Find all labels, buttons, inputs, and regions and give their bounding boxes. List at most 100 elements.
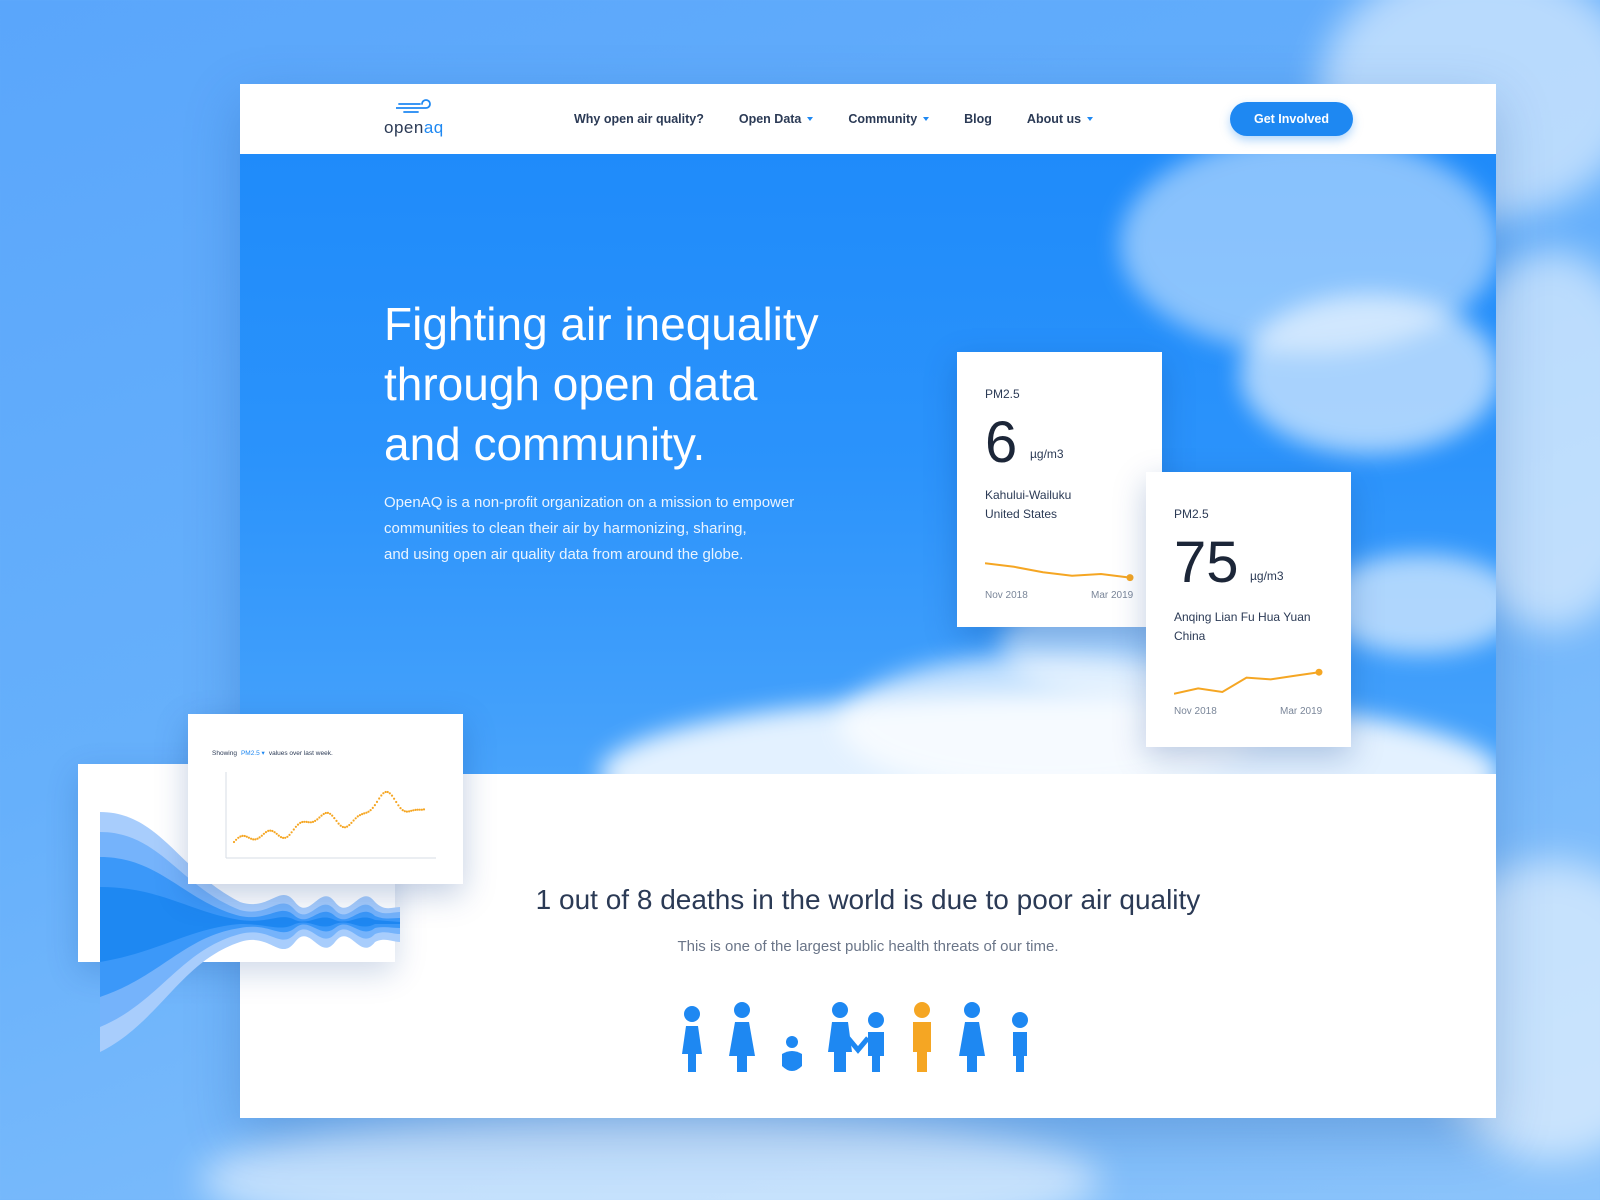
landing-page: openaq Why open air quality? Open Data C… (240, 84, 1496, 1118)
nav-item-open-data[interactable]: Open Data (739, 112, 814, 126)
scatter-point (329, 812, 332, 815)
scatter-point (371, 806, 374, 809)
scatter-point (341, 825, 344, 829)
card-start-date: Nov 2018 (985, 590, 1028, 601)
top-navbar: openaq Why open air quality? Open Data C… (240, 84, 1496, 154)
scatter-point (386, 790, 389, 794)
nav-item-community[interactable]: Community (848, 112, 930, 126)
scatter-point (365, 811, 368, 814)
card-unit: µg/m3 (1030, 447, 1064, 461)
scatter-point (422, 808, 426, 811)
sparkline-path (1174, 671, 1320, 695)
pm25-card-anqing[interactable]: PM2.5 75 µg/m3 Anqing Lian Fu Hua Yuan Ch… (1146, 472, 1351, 747)
scatter-point (408, 810, 411, 813)
scatter-point (260, 834, 263, 837)
scatter-point (299, 821, 302, 824)
nav-menu: Why open air quality? Open Data Communit… (574, 84, 1128, 154)
person-icon (729, 1002, 755, 1072)
pm25-card-kahului[interactable]: PM2.5 6 µg/m3 Kahului-Wailuku United Stat… (957, 352, 1162, 627)
background-cloud (200, 1110, 1100, 1200)
stat-subtitle: This is one of the largest public health… (677, 938, 1059, 955)
sparkline-end-dot (1126, 574, 1134, 582)
scatter-point (410, 809, 413, 812)
scatter-point (290, 831, 293, 834)
scatter-point (305, 820, 308, 823)
scatter-point (350, 821, 353, 824)
scatter-point (390, 794, 394, 797)
nav-item-about-us[interactable]: About us (1027, 112, 1094, 126)
scatter-point (395, 800, 398, 804)
scatter-point (318, 816, 321, 819)
scatter-point (277, 834, 280, 837)
parameter-selector[interactable]: PM2.5 ▾ (241, 750, 265, 757)
person-icon (1012, 1012, 1028, 1072)
scatter-point (418, 808, 421, 811)
caret-down-icon (1087, 117, 1094, 121)
scatter-point (271, 829, 274, 833)
card-value: 75 (1174, 530, 1239, 595)
scatter-point (416, 808, 419, 811)
stat-headline: 1 out of 8 deaths in the world is due to… (535, 884, 1201, 915)
scatter-point (241, 834, 244, 837)
scatter-point (275, 832, 278, 835)
openaq-logo[interactable]: openaq (384, 98, 464, 142)
person-icon (682, 1006, 702, 1072)
scatter-point (254, 838, 257, 841)
sparkline-end-dot (1315, 668, 1323, 676)
scatter-point (393, 797, 396, 800)
scatter-point (301, 820, 304, 824)
scatter-point (269, 829, 272, 832)
get-involved-button[interactable]: Get Involved (1230, 102, 1353, 136)
hero-description: OpenAQ is a non-profit organization on a… (384, 494, 795, 563)
caret-down-icon (923, 117, 930, 121)
card-start-date: Nov 2018 (1174, 706, 1217, 717)
card-unit: µg/m3 (1250, 569, 1284, 583)
scatter-point (361, 813, 364, 816)
scatter-point (405, 810, 408, 813)
scatter-point (343, 826, 347, 829)
scatter-point (348, 823, 351, 827)
baby-icon (782, 1036, 802, 1071)
scatter-point (237, 836, 240, 839)
scatter-point (258, 836, 261, 839)
chart-caption: Showing PM2.5 ▾ values over last week. (212, 750, 333, 757)
scatter-point (331, 814, 334, 817)
person-icon (913, 1002, 931, 1072)
hero-section: Fighting air inequality through open dat… (240, 154, 1496, 774)
nav-item-why-open-air-quality[interactable]: Why open air quality? (574, 112, 704, 126)
scatter-point (322, 812, 325, 816)
scatter-point (264, 831, 268, 834)
scatter-point (282, 836, 285, 839)
scatter-point (326, 811, 329, 814)
caret-down-icon (807, 117, 814, 121)
scatter-point (235, 838, 238, 841)
scatter-plot (225, 772, 436, 859)
scatter-point (324, 811, 327, 815)
scatter-point (296, 823, 300, 826)
scatter-point (232, 840, 236, 844)
scatter-point (239, 835, 242, 838)
scatter-point (380, 794, 383, 797)
card-end-date: Mar 2019 (1091, 590, 1134, 601)
wind-icon (396, 99, 431, 113)
scatter-point (286, 835, 289, 838)
card-end-date: Mar 2019 (1280, 706, 1323, 717)
scatter-point (243, 834, 246, 838)
scatter-point (247, 836, 250, 839)
scatter-point (273, 831, 276, 834)
pm25-weekly-chart: Showing PM2.5 ▾ values over last week. (188, 714, 463, 884)
nav-item-blog[interactable]: Blog (964, 112, 992, 126)
scatter-point (384, 790, 387, 794)
scatter-point (420, 808, 423, 811)
scatter-point (320, 814, 323, 817)
scatter-point (412, 809, 415, 812)
card-parameter: PM2.5 (985, 387, 1020, 401)
scatter-point (352, 819, 355, 822)
scatter-point (284, 836, 287, 839)
scatter-point (292, 828, 295, 831)
scatter-point (354, 817, 357, 820)
scatter-point (245, 835, 248, 838)
scatter-point (414, 808, 417, 811)
scatter-point (307, 821, 310, 824)
scatter-point (252, 838, 255, 841)
